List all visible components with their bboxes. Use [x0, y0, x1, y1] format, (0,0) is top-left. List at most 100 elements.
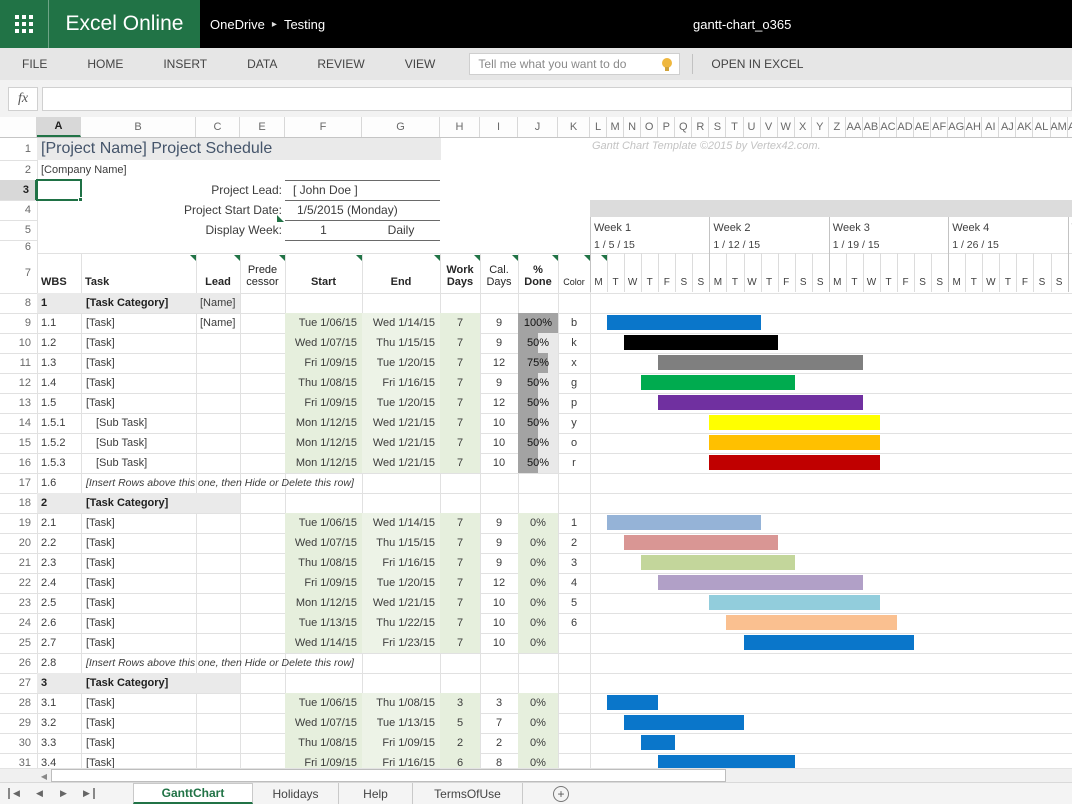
cell-A11[interactable]: 1.3	[41, 353, 83, 373]
gantt-bar-2.3[interactable]	[641, 555, 795, 570]
gantt-bar-3.1[interactable]	[607, 695, 658, 710]
cell-I25[interactable]: 10	[480, 633, 518, 653]
row-header-8[interactable]: 8	[0, 293, 37, 313]
day-letter-cell[interactable]: T	[999, 272, 1016, 292]
selected-cell-outline[interactable]	[36, 179, 82, 201]
col-header-P[interactable]: P	[658, 117, 675, 137]
gantt-bar-2.5[interactable]	[709, 595, 880, 610]
col-header-AH[interactable]: AH	[965, 117, 982, 137]
col-header-AI[interactable]: AI	[982, 117, 999, 137]
gantt-bar-1.5.3[interactable]	[709, 455, 880, 470]
week-date-3[interactable]: 1 / 19 / 15	[833, 239, 880, 252]
cell-B10[interactable]: [Task]	[86, 333, 191, 353]
cell-H11[interactable]: 7	[440, 353, 480, 373]
row-header-14[interactable]: 14	[0, 413, 37, 433]
table-header-work_days[interactable]: WorkDays	[440, 253, 480, 293]
day-letter-cell[interactable]: T	[761, 272, 778, 292]
cell-I19[interactable]: 9	[480, 513, 518, 533]
col-header-AL[interactable]: AL	[1033, 117, 1050, 137]
cell-F14[interactable]: Mon 1/12/15	[285, 413, 362, 433]
col-header-AA[interactable]: AA	[846, 117, 863, 137]
cell-B29[interactable]: [Task]	[86, 713, 191, 733]
display-week-unit[interactable]: Daily	[362, 220, 440, 240]
col-header-AK[interactable]: AK	[1016, 117, 1033, 137]
cell-A22[interactable]: 2.4	[41, 573, 83, 593]
row-header-1[interactable]: 1	[0, 138, 37, 160]
row-header-23[interactable]: 23	[0, 593, 37, 613]
day-letter-cell[interactable]: W	[624, 272, 641, 292]
cell-A27[interactable]: 3	[41, 673, 81, 693]
cell-H25[interactable]: 7	[440, 633, 480, 653]
col-header-G[interactable]: G	[362, 117, 440, 137]
sheet-tab-termsofuse[interactable]: TermsOfUse	[413, 783, 523, 804]
row-header-13[interactable]: 13	[0, 393, 37, 413]
cell-J28[interactable]: 0%	[518, 693, 558, 713]
gantt-bar-1.3[interactable]	[658, 355, 863, 370]
week-label-1[interactable]: Week 1	[594, 219, 631, 237]
cell-A18[interactable]: 2	[41, 493, 81, 513]
sheet-tab-ganttchart[interactable]: GanttChart	[133, 783, 253, 804]
col-header-Q[interactable]: Q	[675, 117, 692, 137]
cell-I15[interactable]: 10	[480, 433, 518, 453]
cell-J19[interactable]: 0%	[518, 513, 558, 533]
cell-G9[interactable]: Wed 1/14/15	[362, 313, 440, 333]
cell-B12[interactable]: [Task]	[86, 373, 191, 393]
document-title[interactable]: gantt-chart_o365	[693, 0, 791, 48]
col-header-AG[interactable]: AG	[948, 117, 965, 137]
cell-F30[interactable]: Thu 1/08/15	[285, 733, 362, 753]
cell-F10[interactable]: Wed 1/07/15	[285, 333, 362, 353]
week-date-4[interactable]: 1 / 26 / 15	[952, 239, 999, 252]
first-sheet-icon[interactable]: ◀	[8, 788, 23, 799]
week-label-2[interactable]: Week 2	[713, 219, 750, 237]
cell-A15[interactable]: 1.5.2	[41, 433, 83, 453]
cell-H15[interactable]: 7	[440, 433, 480, 453]
row-header-19[interactable]: 19	[0, 513, 37, 533]
cell-K20[interactable]: 2	[558, 533, 590, 553]
row-header-12[interactable]: 12	[0, 373, 37, 393]
day-letter-cell[interactable]: T	[965, 272, 982, 292]
cell-A13[interactable]: 1.5	[41, 393, 83, 413]
cell-I13[interactable]: 12	[480, 393, 518, 413]
col-header-F[interactable]: F	[285, 117, 362, 137]
open-in-excel-button[interactable]: OPEN IN EXCEL	[693, 57, 821, 71]
cell-H24[interactable]: 7	[440, 613, 480, 633]
cell-K23[interactable]: 5	[558, 593, 590, 613]
cell-K13[interactable]: p	[558, 393, 590, 413]
table-header-start[interactable]: Start	[285, 253, 362, 293]
cell-A28[interactable]: 3.1	[41, 693, 83, 713]
row-header-27[interactable]: 27	[0, 673, 37, 693]
cell-G10[interactable]: Thu 1/15/15	[362, 333, 440, 353]
cell-A12[interactable]: 1.4	[41, 373, 83, 393]
cell-A17[interactable]: 1.6	[41, 473, 81, 493]
cell-J9[interactable]: 100%	[518, 313, 558, 333]
row-header-4[interactable]: 4	[0, 200, 37, 220]
col-header-E[interactable]: E	[240, 117, 285, 137]
cell-F19[interactable]: Tue 1/06/15	[285, 513, 362, 533]
day-letter-cell[interactable]: T	[607, 272, 624, 292]
gantt-bar-3.3[interactable]	[641, 735, 675, 750]
gantt-bar-1.4[interactable]	[641, 375, 795, 390]
cell-B11[interactable]: [Task]	[86, 353, 191, 373]
col-header-O[interactable]: O	[641, 117, 658, 137]
cell-H19[interactable]: 7	[440, 513, 480, 533]
table-header-end[interactable]: End	[362, 253, 440, 293]
day-letter-cell[interactable]: T	[641, 272, 658, 292]
cell-A19[interactable]: 2.1	[41, 513, 83, 533]
cell-J11[interactable]: 75%	[518, 353, 558, 373]
col-header-I[interactable]: I	[480, 117, 518, 137]
fx-button[interactable]: fx	[8, 87, 38, 111]
cell-K12[interactable]: g	[558, 373, 590, 393]
col-header-Z[interactable]: Z	[829, 117, 846, 137]
col-header-L[interactable]: L	[590, 117, 607, 137]
gantt-bar-2.7[interactable]	[744, 635, 915, 650]
cell-G15[interactable]: Wed 1/21/15	[362, 433, 440, 453]
cell-A8[interactable]: 1	[41, 293, 81, 313]
cell-H14[interactable]: 7	[440, 413, 480, 433]
cell-F20[interactable]: Wed 1/07/15	[285, 533, 362, 553]
day-letter-cell[interactable]: S	[675, 272, 692, 292]
row-header-22[interactable]: 22	[0, 573, 37, 593]
project-start-date-value[interactable]: 1/5/2015 (Monday)	[297, 200, 398, 220]
week-date-2[interactable]: 1 / 12 / 15	[713, 239, 760, 252]
cell-K15[interactable]: o	[558, 433, 590, 453]
cell-G25[interactable]: Fri 1/23/15	[362, 633, 440, 653]
